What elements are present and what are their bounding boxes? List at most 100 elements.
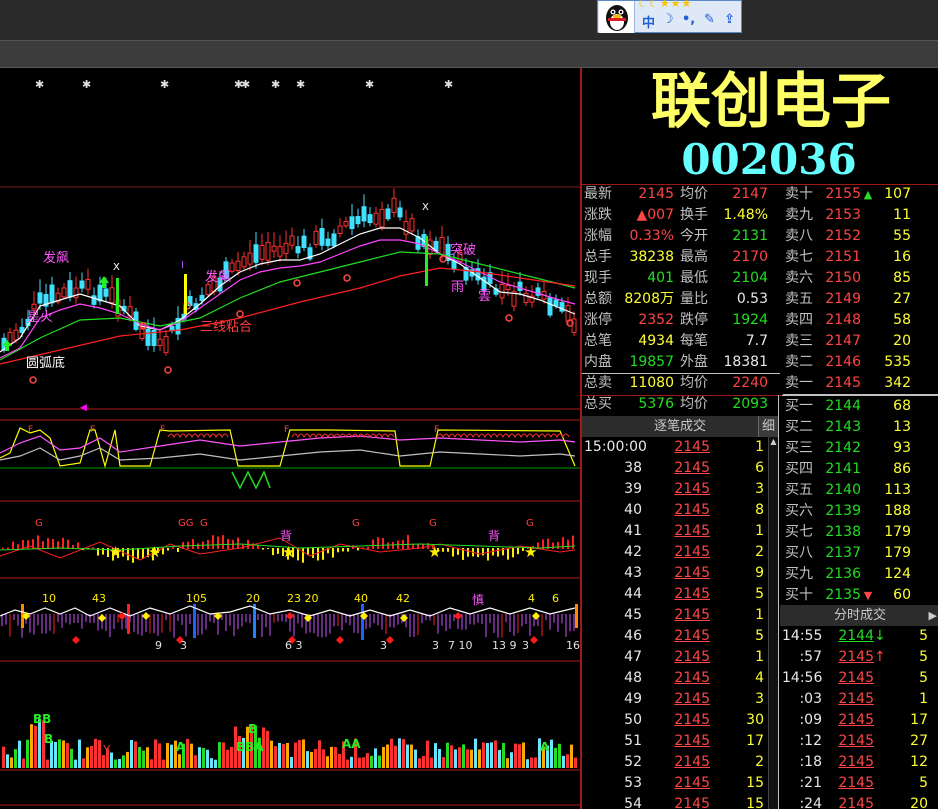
quote-row: 涨停 2352 跌停 1924 [584,310,782,331]
sell-level-row[interactable]: 卖四 2148 58 [785,310,938,331]
quote-label: 总买 [584,396,612,412]
p3-label-bottom: 3 [432,639,439,652]
kline-chart-area[interactable]: ✱ ✱ ✱ ✱ ✱ ✱ ✱ ✱ ✱ 发飙 发飙 星火 圆弧底 三线粘合 突破 雨… [0,68,580,809]
minute-expand-icon[interactable]: ▶ [929,605,937,626]
chart-mark [366,753,369,768]
sell-level-row[interactable]: 卖一 2145 342 [785,373,938,394]
sell-level-row[interactable]: 卖二 2146 535 [785,352,938,373]
minute-volume: 5 [919,775,928,791]
chart-mark [67,539,69,549]
sell-level-row[interactable]: 卖七 2151 16 [785,247,938,268]
tick-time: 54 [624,796,642,809]
chart-mark [454,749,457,768]
chart-mark [347,548,349,552]
qq-wrench-icon[interactable]: ✎ [704,12,715,27]
chart-mark [567,539,569,549]
quote-row: 总卖 11080 均价 2240 [584,373,782,394]
label-x-2: X [422,202,429,213]
quote-panel: 联创电子 002036 最新 2145 均价 2147 涨跌 ▲007 换手 1.48% 涨幅 0… [580,68,938,809]
chart-mark [373,212,379,225]
buy-level-volume: 113 [884,482,911,498]
chart-mark [58,739,61,768]
chart-mark [206,749,209,768]
chart-mark [442,548,444,552]
quote-value: 8208万 [624,291,674,307]
chart-mark [439,236,445,255]
chart-star-mark: ✱ [241,78,250,91]
minute-header[interactable]: 分时成交 ▶ [780,605,938,626]
buy-level-label: 买三 [785,440,813,456]
sell-level-row[interactable]: 卖五 2149 27 [785,289,938,310]
sell-level-row[interactable]: 卖九 2153 11 [785,205,938,226]
chart-mark [126,751,129,768]
sell-level-label: 卖二 [785,354,813,370]
chart-mark [14,749,17,768]
buy-level-row[interactable]: 买九 2136 124 [785,564,938,585]
qq-widget[interactable]: ☾☾★★★ 中 ☽ •, ✎ ⇪ [597,0,742,33]
p3-label-num: 4 [528,592,535,605]
tick-volume: 3 [755,691,764,707]
chart-star-mark: ✱ [296,78,305,91]
buy-level-row[interactable]: 买一 2144 68 [785,396,938,417]
chart-mark [342,548,344,552]
chart-mark [458,747,461,768]
buy-level-row[interactable]: 买二 2143 13 [785,417,938,438]
sell-level-price: 2146 [825,354,861,370]
qq-level-stars: ☾☾★★★ [638,0,693,10]
chart-mark [370,755,373,768]
red-diamond [530,636,538,644]
chart-mark [7,547,9,549]
stock-code: 002036 [681,135,857,184]
quote-label: 总卖 [584,375,612,391]
quote-row: 总笔 4934 每笔 7.7 [584,331,782,352]
p3-label-num: 23 20 [287,592,319,605]
ticks-header[interactable]: 逐笔成交 [582,416,778,437]
qq-menu-icon[interactable]: ⇪ [724,12,735,27]
sell-level-row[interactable]: 卖十 2155 ▲ 107 [785,184,938,205]
chart-mark [199,294,205,302]
tick-time: 39 [624,481,642,497]
buy-level-row[interactable]: 买十 2135 ▼ 60 [785,585,938,606]
tick-volume: 2 [755,754,764,770]
buy-level-row[interactable]: 买五 2140 113 [785,480,938,501]
qq-moon-icon[interactable]: ☽ [662,12,674,27]
buy-level-volume: 179 [884,545,911,561]
minute-row: :12 2145 27 [782,731,938,752]
buy-level-row[interactable]: 买八 2137 179 [785,543,938,564]
sell-level-volume: 11 [893,207,911,223]
qq-penguin-icon[interactable] [599,1,635,33]
chart-mark [331,233,337,247]
chart-mark [103,288,109,297]
chart-mark [78,739,81,768]
quote-label: 最新 [584,186,612,202]
ticks-scrollbar[interactable]: ▲ [768,437,778,809]
chart-mark [313,230,319,246]
sell-level-row[interactable]: 卖三 2147 20 [785,331,938,352]
chart-mark [194,755,197,768]
chart-mark [91,295,97,305]
k-panel-marker: F [90,425,95,435]
chart-mark [62,740,65,768]
vol-label-y: Y [102,743,111,757]
buy-level-row[interactable]: 买三 2142 93 [785,438,938,459]
chart-mark [167,548,169,551]
chart-mark [385,208,391,220]
chart-mark [132,548,134,563]
sell-level-price: 2153 [825,207,861,223]
buy-level-label: 买五 [785,482,813,498]
sell-level-row[interactable]: 卖八 2152 55 [785,226,938,247]
ticks-detail-button[interactable]: 细 [758,416,778,437]
tick-price: 2145 [674,712,710,728]
minute-row: :03 2145 1 [782,689,938,710]
qq-input-cn-button[interactable]: 中 [642,12,655,31]
buy-level-row[interactable]: 买七 2138 179 [785,522,938,543]
tick-volume: 5 [755,628,764,644]
sell-level-row[interactable]: 卖六 2150 85 [785,268,938,289]
buy-level-row[interactable]: 买六 2139 188 [785,501,938,522]
buy-level-row[interactable]: 买四 2141 86 [785,459,938,480]
scroll-up-icon[interactable]: ▲ [769,437,778,446]
qq-punct-icon[interactable]: •, [682,12,695,27]
chart-mark [177,548,179,552]
chart-mark [452,548,454,557]
quote-value: 1.48% [723,207,768,223]
